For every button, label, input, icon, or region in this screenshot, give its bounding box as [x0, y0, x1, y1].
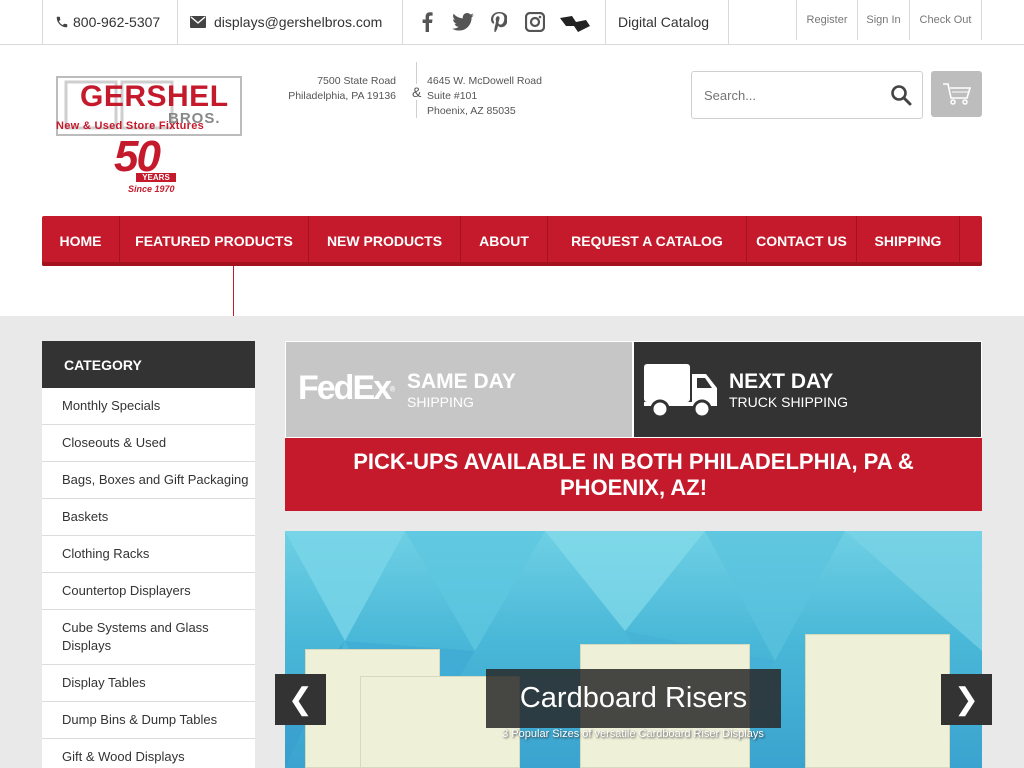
facebook-icon[interactable]: [415, 10, 439, 34]
riser-right: [805, 634, 950, 768]
nav-about[interactable]: ABOUT: [461, 216, 548, 266]
logo-name: GERSHEL: [80, 80, 229, 113]
search-icon[interactable]: [890, 84, 912, 106]
slide-title: Cardboard Risers: [486, 669, 781, 728]
pickup-banner: PICK-UPS AVAILABLE IN BOTH PHILADELPHIA,…: [285, 438, 982, 511]
address-line: Suite #101: [427, 90, 478, 102]
category-item-display-tables[interactable]: Display Tables: [42, 665, 255, 702]
slider-next-button[interactable]: ❯: [941, 674, 992, 725]
address-phoenix: 4645 W. McDowell Road Suite #101 Phoenix…: [427, 74, 587, 119]
address-line: Phoenix, AZ 85035: [427, 105, 516, 117]
check-out-link[interactable]: Check Out: [909, 0, 982, 40]
category-item-bags-boxes[interactable]: Bags, Boxes and Gift Packaging: [42, 462, 255, 499]
next-day-shipping-banner[interactable]: NEXT DAY TRUCK SHIPPING: [633, 341, 982, 438]
houzz-icon[interactable]: [559, 10, 591, 34]
site-logo[interactable]: GERSHEL BROS. New & Used Store Fixtures …: [52, 60, 252, 200]
main-nav: HOME FEATURED PRODUCTS NEW PRODUCTS ABOU…: [42, 216, 982, 266]
anniversary-years: YEARS: [136, 173, 176, 182]
category-item-cube-systems[interactable]: Cube Systems and Glass Displays: [42, 610, 255, 665]
phone-link[interactable]: 800-962-5307: [42, 0, 178, 44]
same-day-shipping-banner[interactable]: FedEx® SAME DAY SHIPPING: [285, 341, 633, 438]
envelope-icon: [190, 16, 206, 28]
slider-prev-button[interactable]: ❮: [275, 674, 326, 725]
category-item-countertop-displayers[interactable]: Countertop Displayers: [42, 573, 255, 610]
email-link[interactable]: displays@gershelbros.com: [177, 0, 403, 44]
pinterest-icon[interactable]: [487, 10, 511, 34]
address-line: 4645 W. McDowell Road: [427, 75, 542, 87]
nav-home[interactable]: HOME: [42, 216, 120, 266]
address-line: Philadelphia, PA 19136: [288, 90, 396, 102]
same-day-title: SAME DAY: [407, 370, 516, 393]
instagram-icon[interactable]: [523, 10, 547, 34]
search-input[interactable]: [692, 72, 882, 118]
category-item-dump-bins[interactable]: Dump Bins & Dump Tables: [42, 702, 255, 739]
nav-submenu-divider: [233, 266, 234, 316]
address-line: 7500 State Road: [317, 75, 396, 87]
fedex-logo: FedEx®: [298, 369, 396, 407]
category-item-closeouts[interactable]: Closeouts & Used: [42, 425, 255, 462]
fedex-logo-text: FedEx: [298, 369, 392, 407]
phone-number: 800-962-5307: [73, 14, 161, 30]
cart-button[interactable]: [931, 71, 982, 117]
digital-catalog-link[interactable]: Digital Catalog: [605, 0, 729, 44]
category-item-clothing-racks[interactable]: Clothing Racks: [42, 536, 255, 573]
category-heading: CATEGORY: [42, 341, 255, 388]
nav-shipping[interactable]: SHIPPING: [857, 216, 960, 266]
phone-icon: [55, 15, 69, 29]
next-day-subtitle: TRUCK SHIPPING: [729, 394, 849, 410]
category-item-baskets[interactable]: Baskets: [42, 499, 255, 536]
category-item-gift-wood[interactable]: Gift & Wood Displays: [42, 739, 255, 768]
address-philadelphia: 7500 State Road Philadelphia, PA 19136: [270, 74, 396, 104]
email-address: displays@gershelbros.com: [214, 14, 383, 30]
category-list: Monthly Specials Closeouts & Used Bags, …: [42, 388, 255, 768]
category-item-monthly-specials[interactable]: Monthly Specials: [42, 388, 255, 425]
twitter-icon[interactable]: [451, 10, 475, 34]
search-box: [691, 71, 923, 119]
slide-caption: 3 Popular Sizes of versatile Cardboard R…: [502, 728, 764, 740]
next-day-title: NEXT DAY: [729, 370, 834, 393]
same-day-subtitle: SHIPPING: [407, 394, 474, 410]
truck-icon: [644, 364, 717, 419]
nav-contact-us[interactable]: CONTACT US: [747, 216, 857, 266]
sign-in-link[interactable]: Sign In: [857, 0, 909, 40]
nav-request-catalog[interactable]: REQUEST A CATALOG: [548, 216, 747, 266]
cart-icon: [942, 82, 972, 106]
anniversary-since: Since 1970: [128, 184, 175, 194]
register-link[interactable]: Register: [796, 0, 857, 40]
logo-tagline: New & Used Store Fixtures: [56, 120, 205, 132]
address-ampersand: &: [411, 84, 423, 100]
social-links: [402, 0, 606, 44]
top-bar: 800-962-5307 displays@gershelbros.com Di…: [0, 0, 1024, 45]
nav-new-products[interactable]: NEW PRODUCTS: [309, 216, 461, 266]
nav-featured-products[interactable]: FEATURED PRODUCTS: [120, 216, 309, 266]
